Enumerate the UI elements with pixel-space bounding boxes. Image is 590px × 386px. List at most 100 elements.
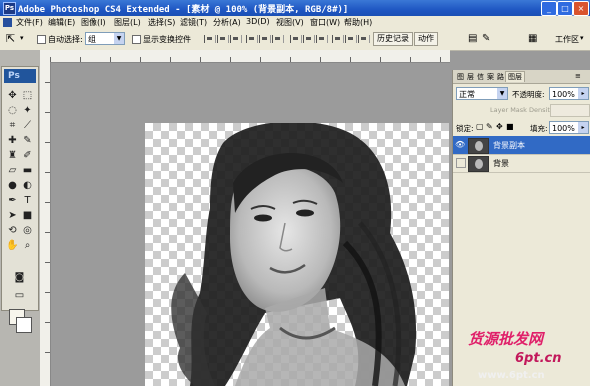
distribute-center-icon[interactable] (345, 35, 357, 43)
show-transform-checkbox[interactable] (132, 35, 141, 44)
distribute-bottom-icon[interactable] (316, 35, 328, 43)
tab-layers[interactable]: 图层 (505, 71, 525, 82)
chevron-right-icon: ▸ (578, 88, 588, 99)
workspace-icon[interactable]: ▦ (528, 33, 537, 44)
zoom-tool-icon[interactable]: ⌕ (21, 239, 34, 252)
lock-label: 锁定: (456, 124, 474, 133)
align-bottom-icon[interactable] (230, 35, 242, 43)
menu-file[interactable]: 文件(F) (16, 17, 43, 28)
tools-panel: Ps ✥ ⬚ ◌ ✦ ⌗ ⟋ ✚ ✎ ♜ ✐ ▱ ▬ ● ◐ ✒ T ➤ ■ ⟲… (1, 66, 39, 333)
close-button[interactable]: × (573, 1, 589, 16)
3d-rotate-tool-icon[interactable]: ⟲ (6, 224, 19, 237)
align-top-icon[interactable] (204, 35, 216, 43)
chevron-down-icon[interactable]: ▾ (580, 34, 584, 42)
shape-tool-icon[interactable]: ■ (21, 209, 34, 222)
visibility-toggle[interactable] (456, 158, 466, 168)
align-left-icon[interactable] (246, 35, 258, 43)
marquee-tool-icon[interactable]: ⬚ (21, 89, 34, 102)
healing-brush-tool-icon[interactable]: ✚ (6, 134, 19, 147)
opacity-value: 100% (552, 90, 575, 99)
menu-select[interactable]: 选择(S) (148, 17, 175, 28)
menu-layer[interactable]: 图层(L) (114, 17, 141, 28)
menu-image[interactable]: 图像(I) (81, 17, 106, 28)
tab-panel-2[interactable]: 层 (467, 72, 474, 82)
type-tool-icon[interactable]: T (21, 194, 34, 207)
layer-row-background[interactable]: 背景 (453, 154, 590, 173)
align-middle-icon[interactable] (217, 35, 229, 43)
menu-filter[interactable]: 滤镜(T) (180, 17, 207, 28)
panel-menu-icon[interactable]: ≡ (575, 72, 581, 80)
tab-panel-3[interactable]: 信 (477, 72, 484, 82)
distribute-top-icon[interactable] (290, 35, 302, 43)
path-selection-tool-icon[interactable]: ➤ (6, 209, 19, 222)
layer-thumbnail (468, 156, 489, 172)
opacity-label: 不透明度: (512, 90, 545, 99)
eyedropper-tool-icon[interactable]: ⟋ (21, 119, 34, 132)
lock-image-icon[interactable]: ✎ (486, 122, 493, 131)
distribute-left-icon[interactable] (332, 35, 344, 43)
blend-mode-dropdown[interactable]: 正常 ▼ (456, 87, 508, 100)
show-transform-label: 显示变换控件 (143, 35, 191, 44)
crop-tool-icon[interactable]: ⌗ (6, 119, 19, 132)
clone-stamp-tool-icon[interactable]: ♜ (6, 149, 19, 162)
watermark-url: www.6pt.cn (478, 370, 545, 381)
chevron-down-icon: ▼ (114, 33, 124, 44)
lasso-tool-icon[interactable]: ◌ (6, 104, 19, 117)
menu-window[interactable]: 窗口(W) (310, 17, 340, 28)
vertical-ruler (40, 62, 51, 386)
panel-icon[interactable]: ▤ (468, 33, 477, 44)
layer-row-background-copy[interactable]: 👁 背景副本 (453, 136, 590, 155)
menu-edit[interactable]: 编辑(E) (48, 17, 75, 28)
menu-analysis[interactable]: 分析(A) (213, 17, 241, 28)
magic-wand-tool-icon[interactable]: ✦ (21, 104, 34, 117)
photoshop-app-icon: Ps (3, 2, 16, 15)
3d-orbit-tool-icon[interactable]: ◎ (21, 224, 34, 237)
brush-tool-icon[interactable]: ✎ (21, 134, 34, 147)
tab-panel-4[interactable]: 案 (487, 72, 494, 82)
lock-all-icon[interactable]: ■ (506, 122, 514, 131)
panel-tabs: 图 层 信 案 路 图层 ≡ (453, 70, 590, 84)
eraser-tool-icon[interactable]: ▱ (6, 164, 19, 177)
document-canvas[interactable] (145, 123, 449, 386)
tab-history[interactable]: 历史记录 (373, 32, 413, 46)
tool-preset-arrow-icon[interactable]: ▾ (20, 34, 24, 42)
hand-tool-icon[interactable]: ✋ (6, 239, 19, 252)
maximize-button[interactable]: □ (557, 1, 573, 16)
brush-panel-icon[interactable]: ✎ (482, 33, 490, 44)
move-tool-icon[interactable]: ✥ (6, 89, 19, 102)
fill-label: 填充: (530, 124, 548, 133)
auto-select-checkbox[interactable] (37, 35, 46, 44)
distribute-middle-icon[interactable] (303, 35, 315, 43)
watermark-text: 货源批发网 (468, 330, 544, 348)
blur-tool-icon[interactable]: ● (6, 179, 19, 192)
tab-panel-1[interactable]: 图 (457, 72, 464, 82)
move-tool-icon[interactable]: ⇱ (6, 32, 15, 45)
auto-select-dropdown[interactable]: 组 ▼ (85, 32, 125, 45)
quick-mask-icon[interactable]: ◙ (13, 271, 26, 284)
gradient-tool-icon[interactable]: ▬ (21, 164, 34, 177)
screen-mode-icon[interactable]: ▭ (13, 289, 26, 302)
align-center-icon[interactable] (259, 35, 271, 43)
chevron-down-icon: ▼ (497, 88, 507, 99)
eye-icon[interactable]: 👁 (455, 140, 465, 150)
distribute-right-icon[interactable] (358, 35, 370, 43)
menu-3d[interactable]: 3D(D) (246, 17, 270, 26)
minimize-button[interactable]: _ (541, 1, 557, 16)
history-brush-tool-icon[interactable]: ✐ (21, 149, 34, 162)
document-icon (3, 18, 12, 27)
layer-name: 背景副本 (493, 141, 525, 150)
align-right-icon[interactable] (272, 35, 284, 43)
menu-help[interactable]: 帮助(H) (344, 17, 372, 28)
opacity-input[interactable]: 100% ▸ (549, 87, 589, 100)
background-color-swatch[interactable] (16, 317, 32, 333)
tab-panel-5[interactable]: 路 (497, 72, 504, 82)
lock-transparent-icon[interactable]: ▢ (476, 122, 484, 131)
dodge-tool-icon[interactable]: ◐ (21, 179, 34, 192)
fill-input[interactable]: 100% ▸ (549, 121, 589, 134)
watermark-domain: 6pt.cn (515, 351, 562, 366)
pen-tool-icon[interactable]: ✒ (6, 194, 19, 207)
workspace-label[interactable]: 工作区 (555, 34, 579, 45)
tab-actions[interactable]: 动作 (414, 32, 438, 46)
lock-position-icon[interactable]: ✥ (496, 122, 503, 131)
menu-view[interactable]: 视图(V) (276, 17, 304, 28)
